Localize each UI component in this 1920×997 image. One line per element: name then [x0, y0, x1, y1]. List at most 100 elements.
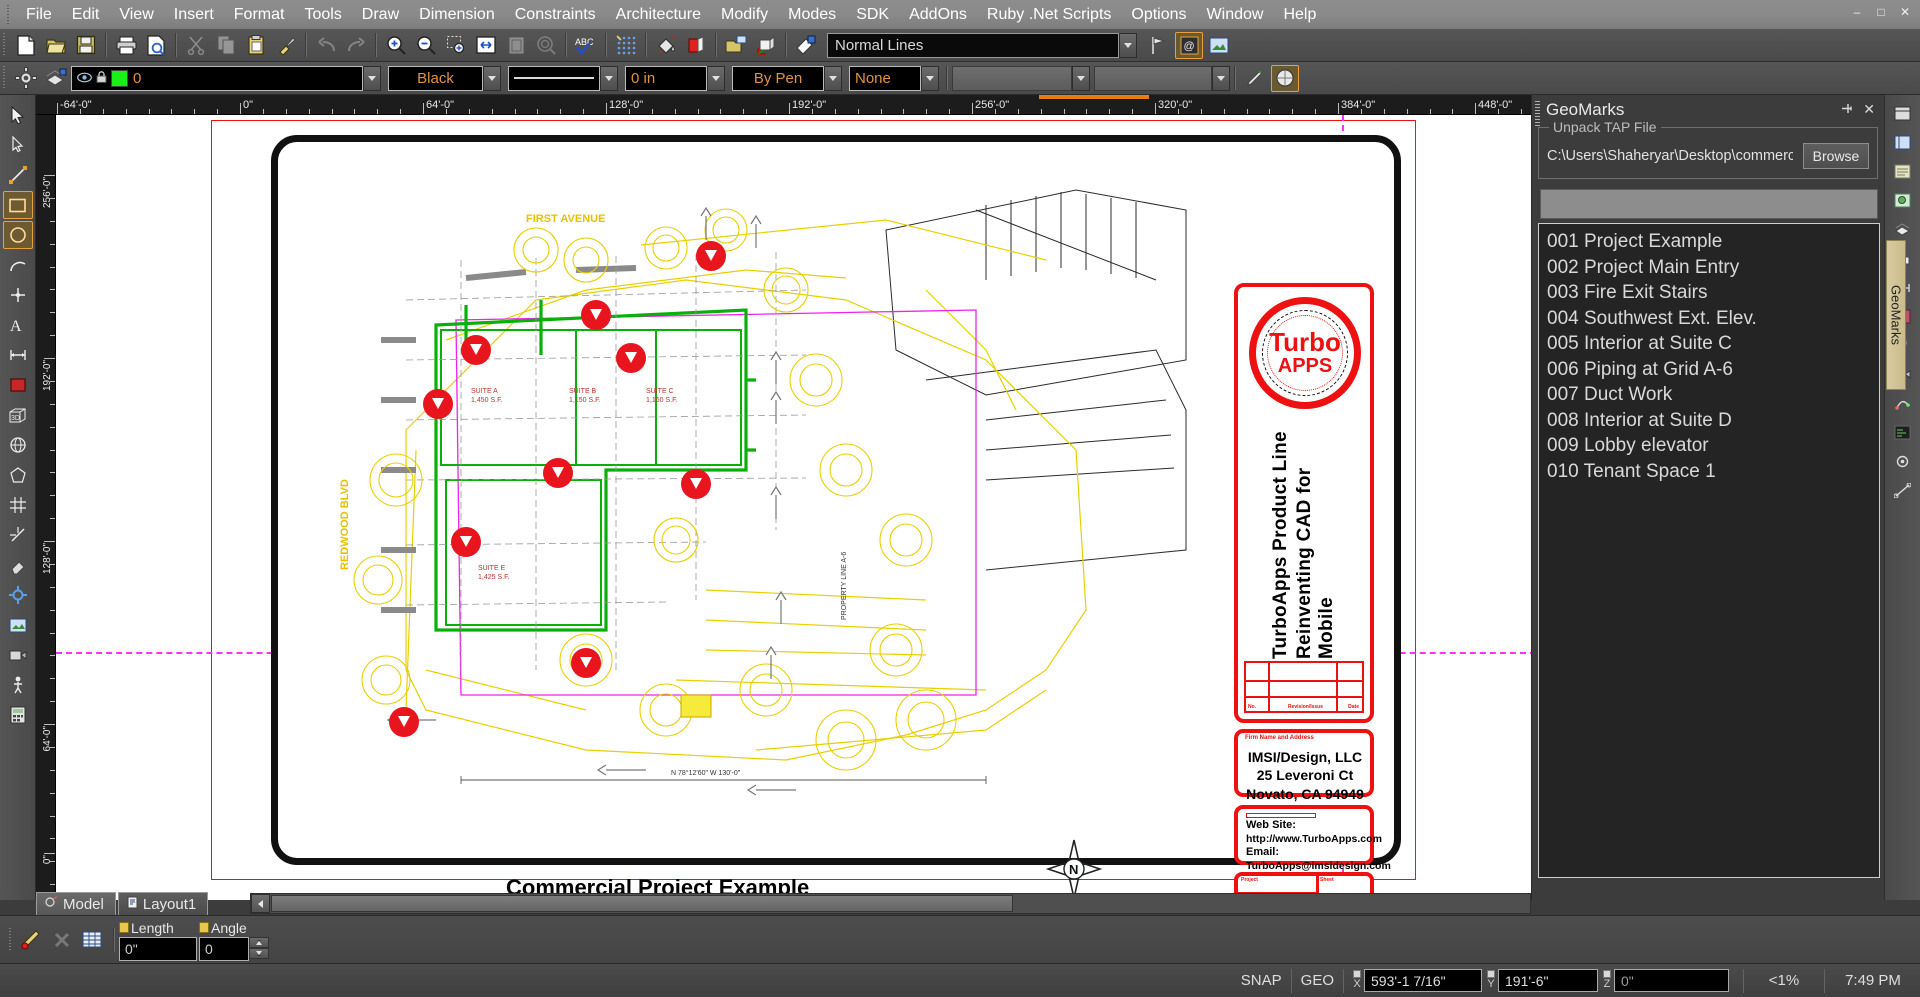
y-lock-toggle[interactable] — [1487, 970, 1495, 978]
gear-tool-icon[interactable] — [3, 581, 33, 609]
pen-tool-icon[interactable] — [18, 926, 46, 953]
menu-item-window[interactable]: Window — [1197, 3, 1274, 27]
image-panel-icon[interactable] — [1205, 32, 1233, 59]
z-lock-toggle[interactable] — [1603, 970, 1611, 978]
menu-bar-grip[interactable] — [6, 4, 12, 25]
menu-item-format[interactable]: Format — [224, 3, 295, 27]
geomarks-vertical-tab[interactable]: GeoMarks — [1886, 240, 1906, 390]
menu-item-architecture[interactable]: Architecture — [606, 3, 711, 27]
list-item[interactable]: 008 Interior at Suite D — [1545, 408, 1879, 434]
x-lock-toggle[interactable] — [1353, 970, 1361, 978]
menu-item-ruby-net-scripts[interactable]: Ruby .Net Scripts — [977, 3, 1121, 27]
new-file-icon[interactable] — [12, 32, 40, 59]
angle-stepper-down[interactable] — [249, 947, 269, 959]
lock-icon[interactable] — [199, 922, 209, 933]
maximize-button[interactable]: □ — [1870, 3, 1892, 21]
panel-3-icon[interactable] — [1888, 157, 1918, 185]
extra-combo-1-arrow[interactable] — [1072, 65, 1090, 91]
list-item[interactable]: 004 Southwest Ext. Elev. — [1545, 306, 1879, 332]
spellcheck-abc-icon[interactable]: ABC — [572, 32, 600, 59]
snap-grid-icon[interactable] — [612, 32, 640, 59]
extra-combo-2-arrow[interactable] — [1212, 65, 1230, 91]
panel-14-icon[interactable] — [1888, 476, 1918, 504]
render-tool-icon[interactable] — [3, 611, 33, 639]
zoom-out-icon[interactable] — [412, 32, 440, 59]
print-preview-icon[interactable] — [142, 32, 170, 59]
tab-model[interactable]: Model — [36, 892, 116, 915]
line-style-preview-combo[interactable] — [508, 65, 600, 91]
panel-12-icon[interactable] — [1888, 418, 1918, 446]
rectangle-tool-icon[interactable] — [2, 191, 33, 219]
dimension-tool-icon[interactable] — [3, 341, 33, 369]
undo-arrow-icon[interactable] — [312, 32, 340, 59]
list-item[interactable]: 009 Lobby elevator — [1545, 433, 1879, 459]
cancel-x-icon[interactable] — [48, 926, 76, 953]
angle-stepper-up[interactable] — [249, 936, 269, 948]
hatch-combo[interactable]: None — [849, 65, 921, 91]
fill-tool-icon[interactable] — [3, 371, 33, 399]
panel-13-icon[interactable] — [1888, 447, 1918, 475]
lock-icon[interactable] — [119, 922, 129, 933]
tap-file-path-input[interactable]: C:\Users\Shaheryar\Desktop\commercial f — [1547, 148, 1793, 164]
pen-color-arrow[interactable] — [483, 65, 501, 91]
menu-item-modify[interactable]: Modify — [711, 3, 778, 27]
brush-style-arrow[interactable] — [824, 65, 842, 91]
zoom-extents-icon[interactable] — [472, 32, 500, 59]
extra-combo-2[interactable] — [1094, 65, 1212, 91]
minimize-button[interactable]: – — [1846, 3, 1868, 21]
zoom-page-icon[interactable] — [502, 32, 530, 59]
layer-lock-icon[interactable] — [96, 70, 107, 87]
save-disk-icon[interactable] — [72, 32, 100, 59]
layer-color-swatch[interactable] — [111, 69, 128, 87]
layer-combo-arrow[interactable] — [363, 65, 381, 91]
camera-tool-icon[interactable] — [3, 641, 33, 669]
open-workspace-icon[interactable] — [722, 32, 750, 59]
list-item[interactable]: 005 Interior at Suite C — [1545, 331, 1879, 357]
menu-item-dimension[interactable]: Dimension — [409, 3, 505, 27]
layer-visible-icon[interactable] — [77, 70, 92, 87]
hatch-arrow[interactable] — [921, 65, 939, 91]
zoom-window-icon[interactable] — [442, 32, 470, 59]
grid-tool-icon[interactable] — [3, 491, 33, 519]
axis-cube-icon[interactable] — [752, 32, 780, 59]
redo-arrow-icon[interactable] — [342, 32, 370, 59]
arc-tool-icon[interactable] — [3, 251, 33, 279]
input-bar-grip[interactable] — [9, 927, 14, 952]
panel-1-icon[interactable] — [1888, 99, 1918, 127]
zoom-level[interactable]: <1% — [1753, 972, 1815, 989]
browse-button[interactable]: Browse — [1803, 143, 1869, 169]
walk-tool-icon[interactable] — [3, 671, 33, 699]
list-item[interactable]: 006 Piping at Grid A-6 — [1545, 357, 1879, 383]
menu-item-edit[interactable]: Edit — [62, 3, 110, 27]
point-tool-icon[interactable] — [3, 281, 33, 309]
menu-item-sdk[interactable]: SDK — [846, 3, 899, 27]
text-tool-icon[interactable]: A — [3, 311, 33, 339]
list-item[interactable]: 001 Project Example — [1545, 229, 1879, 255]
paint-bucket-icon[interactable]: Yx — [652, 32, 680, 59]
main-toolbar-grip[interactable] — [3, 33, 8, 57]
length-input[interactable]: 0" — [119, 936, 197, 961]
3d-tool-icon[interactable]: 3D — [3, 401, 33, 429]
vertical-ruler[interactable]: 256'-0" 192'-0" 128'-0" 64'-0" 0" — [36, 115, 56, 900]
render-cube-icon[interactable] — [682, 32, 710, 59]
list-item[interactable]: 003 Fire Exit Stairs — [1545, 280, 1879, 306]
panel-11-icon[interactable] — [1888, 389, 1918, 417]
pencil-edit-icon[interactable] — [1241, 65, 1269, 92]
geomarks-list[interactable]: 001 Project Example 002 Project Main Ent… — [1538, 223, 1880, 878]
close-button[interactable]: ✕ — [1894, 3, 1916, 21]
scroll-left-icon[interactable] — [251, 894, 270, 913]
list-item[interactable]: 007 Duct Work — [1545, 382, 1879, 408]
x-coordinate-input[interactable]: 593'-1 7/16" — [1364, 969, 1482, 992]
print-icon[interactable] — [112, 32, 140, 59]
horizontal-scrollbar[interactable] — [250, 893, 1531, 914]
horizontal-ruler[interactable]: -64'-0" 0" 64'-0" 128'-0" 192'-0" 256'-0… — [36, 95, 1531, 115]
snap-indicator[interactable]: SNAP — [1241, 972, 1282, 989]
dock-drag-grip[interactable] — [1535, 101, 1540, 127]
layer-manager-icon[interactable] — [42, 65, 70, 92]
drawing-canvas-area[interactable]: -64'-0" 0" 64'-0" 128'-0" 192'-0" 256'-0… — [36, 95, 1531, 900]
flag-left-icon[interactable] — [1145, 32, 1173, 59]
properties-toolbar-grip[interactable] — [3, 66, 8, 90]
layer-combo[interactable]: 0 — [71, 65, 363, 91]
menu-item-constraints[interactable]: Constraints — [505, 3, 606, 27]
format-painter-icon[interactable] — [272, 32, 300, 59]
